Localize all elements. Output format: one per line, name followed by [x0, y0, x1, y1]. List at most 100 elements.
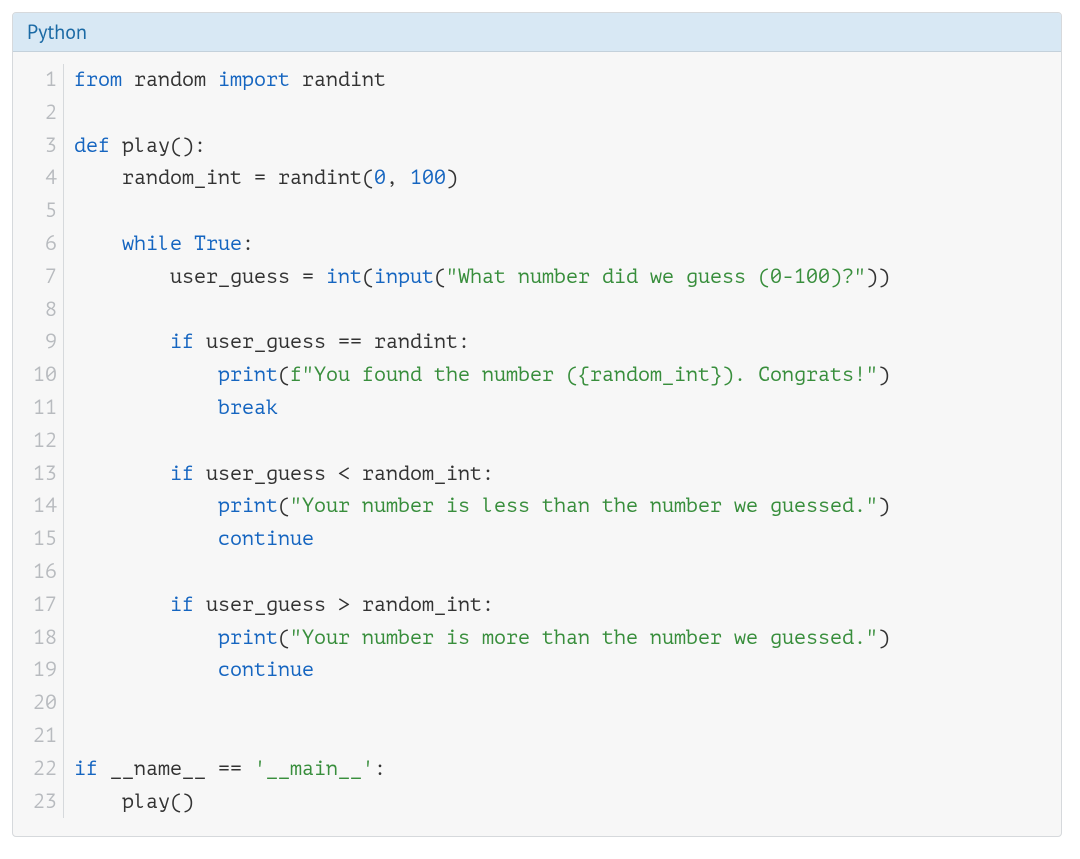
code-token-plain: user_guess — [194, 593, 338, 616]
code-token-keyword: break — [218, 396, 278, 419]
line-number: 8 — [17, 294, 57, 327]
line-number: 15 — [17, 523, 57, 556]
code-line: print("Your number is more than the numb… — [74, 622, 890, 655]
code-token-plain — [74, 166, 122, 189]
code-line: from random import randint — [74, 64, 890, 97]
line-number: 3 — [17, 130, 57, 163]
code-token-plain — [74, 363, 218, 386]
code-token-keyword: continue — [218, 527, 314, 550]
code-token-plain — [74, 232, 122, 255]
code-area: 1234567891011121314151617181920212223 fr… — [13, 52, 1061, 836]
code-token-plain: ( — [278, 363, 290, 386]
code-token-string: "What number did we guess (0-100)?" — [446, 265, 866, 288]
code-token-string: {random_int} — [578, 363, 722, 386]
code-token-plain: user_guess — [194, 462, 338, 485]
code-line — [74, 720, 890, 753]
code-token-plain — [206, 68, 218, 91]
code-line: if user_guess < random_int: — [74, 458, 890, 491]
code-token-plain — [290, 68, 302, 91]
line-number: 5 — [17, 195, 57, 228]
code-line: play() — [74, 786, 890, 819]
code-line — [74, 294, 890, 327]
code-token-plain: user_guess — [170, 265, 302, 288]
line-number: 19 — [17, 654, 57, 687]
code-token-plain: ( — [278, 626, 290, 649]
code-token-plain — [74, 330, 170, 353]
code-token-builtin: print — [218, 363, 278, 386]
code-line — [74, 556, 890, 589]
code-token-punct: > — [338, 593, 350, 616]
code-token-plain — [74, 494, 218, 517]
line-number: 23 — [17, 786, 57, 819]
code-line: if __name__ == '__main__': — [74, 753, 890, 786]
code-line: continue — [74, 654, 890, 687]
code-token-punct: = — [254, 166, 266, 189]
code-language-label: Python — [27, 19, 87, 45]
code-token-plain: randint: — [362, 330, 470, 353]
code-token-plain: random_int: — [350, 593, 494, 616]
line-number: 1 — [17, 64, 57, 97]
line-number: 20 — [17, 687, 57, 720]
code-token-plain — [122, 68, 134, 91]
line-number: 10 — [17, 359, 57, 392]
code-line: if user_guess == randint: — [74, 326, 890, 359]
code-token-string: f"You found the number ( — [290, 363, 578, 386]
code-token-number: 0 — [374, 166, 386, 189]
code-token-punct: < — [338, 462, 350, 485]
line-number-gutter: 1234567891011121314151617181920212223 — [13, 64, 63, 818]
code-token-string: "Your number is more than the number we … — [290, 626, 878, 649]
code-token-builtin: input — [374, 265, 434, 288]
code-token-plain: __name__ — [98, 757, 218, 780]
line-number: 16 — [17, 556, 57, 589]
code-line — [74, 425, 890, 458]
code-line: continue — [74, 523, 890, 556]
code-token-keyword: def — [74, 134, 110, 157]
code-token-plain: ( — [278, 494, 290, 517]
line-number: 22 — [17, 753, 57, 786]
code-token-punct: == — [338, 330, 362, 353]
code-token-plain: random_int: — [350, 462, 494, 485]
code-token-plain: user_guess — [194, 330, 338, 353]
line-number: 6 — [17, 228, 57, 261]
code-token-plain — [314, 265, 326, 288]
line-number: 12 — [17, 425, 57, 458]
code-token-string: "Your number is less than the number we … — [290, 494, 878, 517]
code-token-plain: )) — [866, 265, 890, 288]
code-line: user_guess = int(input("What number did … — [74, 261, 890, 294]
code-token-punct: : — [374, 757, 386, 780]
line-number: 13 — [17, 458, 57, 491]
code-token-string: '__main__' — [254, 757, 374, 780]
code-token-keyword: if — [170, 330, 194, 353]
code-token-string: ). Congrats!" — [722, 363, 878, 386]
line-number: 2 — [17, 97, 57, 130]
code-line: while True: — [74, 228, 890, 261]
code-token-plain — [242, 757, 254, 780]
code-block: Python 123456789101112131415161718192021… — [12, 12, 1062, 837]
code-line — [74, 97, 890, 130]
line-number: 17 — [17, 589, 57, 622]
code-token-const: True — [194, 232, 242, 255]
code-token-keyword: if — [170, 462, 194, 485]
code-token-plain: ) — [878, 494, 890, 517]
code-token-plain — [74, 658, 218, 681]
code-token-plain: play() — [122, 790, 194, 813]
code-token-punct: == — [218, 757, 242, 780]
code-token-plain — [74, 626, 218, 649]
code-token-plain — [110, 134, 122, 157]
line-number: 18 — [17, 622, 57, 655]
code-lines: from random import randint def play(): r… — [64, 64, 890, 818]
code-token-plain: random — [134, 68, 206, 91]
code-token-plain — [74, 527, 218, 550]
code-token-plain: , — [386, 166, 410, 189]
code-token-builtin: print — [218, 626, 278, 649]
code-token-keyword: from — [74, 68, 122, 91]
code-line: if user_guess > random_int: — [74, 589, 890, 622]
code-token-plain: ) — [446, 166, 458, 189]
code-token-plain: ) — [878, 626, 890, 649]
code-token-plain: ( — [362, 265, 374, 288]
code-token-plain — [74, 396, 218, 419]
code-token-builtin: int — [326, 265, 362, 288]
code-token-plain: randint( — [266, 166, 374, 189]
code-token-plain: ) — [878, 363, 890, 386]
code-token-punct: (): — [170, 134, 206, 157]
